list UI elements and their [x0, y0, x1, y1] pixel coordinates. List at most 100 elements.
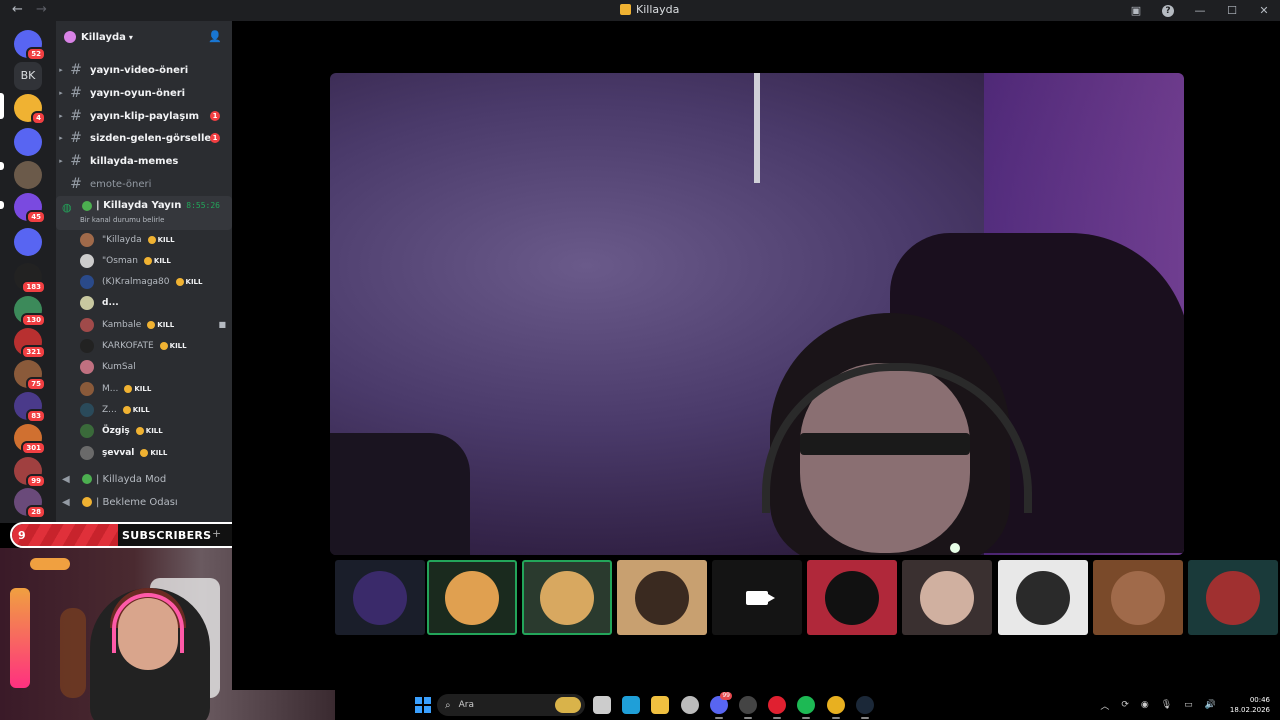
- discord-icon[interactable]: 99: [710, 692, 732, 714]
- server-icon-server-14[interactable]: 99: [14, 457, 46, 488]
- maximize-button[interactable]: ☐: [1216, 4, 1248, 17]
- channel-label: yayın-klip-paylaşım: [90, 110, 200, 122]
- chevron-up-icon[interactable]: ︿: [1100, 699, 1109, 712]
- participant-tile[interactable]: [522, 560, 612, 635]
- participant-tile[interactable]: [902, 560, 992, 635]
- kill-tag: KILL: [175, 278, 202, 287]
- text-channel-icon: #: [70, 130, 82, 146]
- server-icon-server-11[interactable]: 75: [14, 360, 46, 391]
- voice-user[interactable]: şevval KILL: [76, 442, 232, 463]
- guild-header[interactable]: Killayda ▾ 👤: [56, 21, 232, 53]
- emoji-icon: [124, 384, 133, 393]
- voice-user[interactable]: Kambale KILL ■: [76, 314, 232, 335]
- help-icon[interactable]: ?: [1162, 4, 1174, 17]
- server-icon-server-13[interactable]: 301: [14, 424, 46, 455]
- running-indicator: [744, 717, 752, 719]
- settings-icon[interactable]: [681, 696, 699, 714]
- kill-tag: KILL: [143, 256, 171, 265]
- clock[interactable]: 00:46 18.02.2026: [1230, 695, 1270, 715]
- participant-tile[interactable]: [998, 560, 1088, 635]
- participant-tile[interactable]: [1093, 560, 1183, 635]
- network-icon[interactable]: ▭: [1184, 700, 1193, 710]
- close-button[interactable]: ✕: [1248, 4, 1280, 17]
- participant-tile[interactable]: [617, 560, 707, 635]
- title-bar: ← → Killayda ▣ ? — ☐ ✕: [0, 0, 1280, 21]
- task-view-icon[interactable]: [593, 696, 611, 714]
- server-icon-server-9[interactable]: 130: [14, 296, 46, 327]
- unread-arrow-icon: ▸: [59, 157, 63, 165]
- server-icon-server-6[interactable]: 45: [14, 193, 46, 224]
- server-icon-server-15[interactable]: 28: [14, 488, 46, 519]
- inbox-icon[interactable]: ▣: [1120, 4, 1152, 17]
- server-icon-BK[interactable]: BK: [14, 62, 42, 90]
- chrome-icon[interactable]: [827, 696, 845, 714]
- voice-channel-item[interactable]: ◀ | Bekleme Odası: [56, 491, 232, 513]
- voice-user[interactable]: M... KILL: [76, 378, 232, 399]
- unread-badge: 99: [26, 474, 46, 488]
- weather-icon[interactable]: [555, 697, 581, 713]
- voice-channel-active[interactable]: ◍ | Killayda Yayın 8:55:26 Bir kanal dur…: [56, 196, 232, 230]
- sync-icon[interactable]: ⟳: [1121, 700, 1129, 710]
- voice-user[interactable]: "Killayda KILL: [76, 229, 232, 250]
- channel-item[interactable]: ▸ # sizden-gelen-görseller 1: [56, 127, 232, 149]
- avatar: [80, 232, 94, 247]
- participant-tile[interactable]: [427, 560, 517, 635]
- kill-tag-text: KILL: [153, 256, 171, 265]
- voice-user[interactable]: d...: [76, 293, 232, 314]
- server-label: BK: [20, 69, 36, 82]
- obs-icon[interactable]: [739, 696, 757, 714]
- voice-user[interactable]: KARKOFATE KILL: [76, 336, 232, 357]
- channel-item[interactable]: ▸ # yayın-video-öneri: [56, 59, 232, 81]
- emoji-icon: [143, 256, 152, 265]
- edge-icon[interactable]: [622, 696, 640, 714]
- voice-user[interactable]: Özgiş KILL: [76, 421, 232, 442]
- invite-people-icon[interactable]: 👤: [208, 30, 222, 43]
- server-icon-folder-1[interactable]: [14, 128, 42, 156]
- pole-shape: [754, 73, 760, 183]
- forward-arrow-icon[interactable]: →: [36, 2, 47, 17]
- minimize-button[interactable]: —: [1184, 4, 1216, 17]
- microphone-icon[interactable]: 🎙: [1161, 700, 1172, 710]
- unread-badge: 321: [21, 345, 46, 359]
- voice-user[interactable]: KumSal: [76, 357, 232, 378]
- opera-icon[interactable]: [768, 696, 786, 714]
- windows-start-icon[interactable]: [415, 697, 431, 713]
- voice-user[interactable]: Z... KILL: [76, 399, 232, 420]
- participant-avatar: [1206, 570, 1260, 625]
- voice-user[interactable]: (K)Kralmaga80 KILL: [76, 272, 232, 293]
- channel-status-prompt[interactable]: Bir kanal durumu belirle: [80, 216, 164, 224]
- back-arrow-icon[interactable]: ←: [12, 2, 23, 17]
- server-icon-killayda[interactable]: 4: [14, 94, 46, 125]
- channel-sidebar: Killayda ▾ 👤 ▸ # yayın-video-öneri ▸ # yayın-…: [56, 21, 232, 523]
- server-icon-folder-2[interactable]: [14, 228, 42, 256]
- server-icon-discord-home[interactable]: 52: [14, 30, 46, 61]
- running-indicator: [715, 717, 723, 719]
- voice-user[interactable]: "Osman KILL: [76, 250, 232, 271]
- voice-channel-name: | Killayda Yayın: [82, 200, 181, 211]
- participant-tile[interactable]: [712, 560, 802, 635]
- server-icon-server-5[interactable]: [14, 161, 42, 189]
- unread-arrow-icon: ▸: [59, 89, 63, 97]
- explorer-icon[interactable]: [651, 696, 669, 714]
- server-icon-server-10[interactable]: 321: [14, 328, 46, 359]
- text-channel-icon: #: [70, 85, 82, 101]
- participant-tile[interactable]: [335, 560, 425, 635]
- unread-badge: 45: [26, 210, 46, 224]
- main-video-feed[interactable]: [330, 73, 1184, 555]
- server-icon-server-8[interactable]: 183: [14, 263, 46, 294]
- volume-icon[interactable]: 🔊: [1205, 700, 1216, 710]
- participant-tile[interactable]: [807, 560, 897, 635]
- channel-item[interactable]: ▸ # yayın-klip-paylaşım 1: [56, 105, 232, 127]
- channel-item[interactable]: ▸ # yayın-oyun-öneri: [56, 82, 232, 104]
- steam-icon[interactable]: [856, 696, 874, 714]
- server-icon-server-12[interactable]: 83: [14, 392, 46, 423]
- voice-channel-item[interactable]: ◀ | Killayda Mod: [56, 468, 232, 490]
- spotify-icon[interactable]: [797, 696, 815, 714]
- taskbar-search[interactable]: ⌕ Ara: [437, 694, 585, 716]
- channel-item[interactable]: # emote-öneri: [56, 173, 232, 195]
- alien-emoji-icon: [82, 200, 92, 211]
- participant-tile[interactable]: [1188, 560, 1278, 635]
- steam-tray-icon[interactable]: ◉: [1141, 700, 1149, 710]
- channel-item[interactable]: ▸ # killayda-memes: [56, 150, 232, 172]
- voice-user-name: şevval: [102, 447, 135, 458]
